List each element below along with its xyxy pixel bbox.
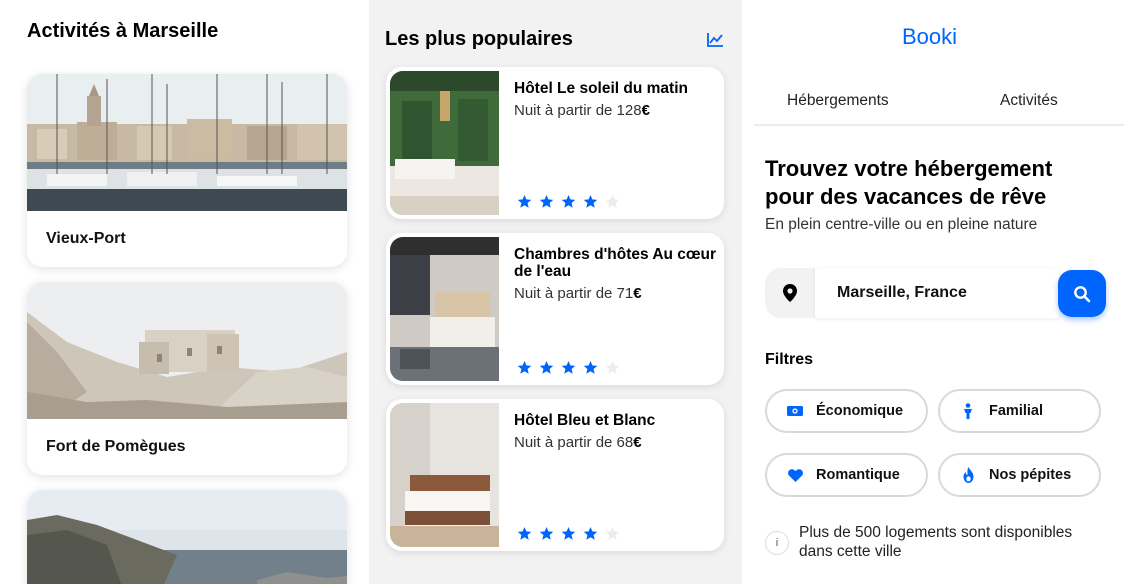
popular-panel: Les plus populaires Hôtel Le soleil du m… (369, 0, 742, 584)
hotel-price: Nuit à partir de 71€ (514, 285, 642, 302)
info-text: Plus de 500 logements sont disponibles d… (799, 524, 1073, 560)
star-filled-icon (517, 194, 532, 208)
popular-title: Les plus populaires (385, 28, 573, 50)
filters-label: Filtres (765, 351, 814, 368)
filter-label: Économique (816, 403, 904, 419)
tab-bar: Hébergements Activités (754, 90, 1124, 126)
star-filled-icon (561, 194, 576, 208)
star-filled-icon (517, 360, 532, 374)
rating-stars (517, 360, 620, 375)
search-bar (765, 268, 1107, 318)
heart-icon (787, 467, 803, 483)
star-filled-icon (517, 526, 532, 540)
filter-economique[interactable]: Économique (765, 389, 928, 433)
harbor-photo (27, 74, 347, 211)
activity-card-vieux-port[interactable]: Vieux-Port (27, 74, 347, 267)
filter-romantique[interactable]: Romantique (765, 453, 928, 497)
logo-text: Booki (902, 24, 957, 49)
star-filled-icon (561, 526, 576, 540)
person-icon (960, 403, 976, 419)
star-empty-icon (605, 360, 620, 374)
money-icon (787, 403, 803, 419)
fort-photo (27, 282, 347, 419)
tab-activites[interactable]: Activités (1000, 92, 1058, 110)
star-filled-icon (539, 360, 554, 374)
star-filled-icon (583, 526, 598, 540)
star-empty-icon (605, 526, 620, 540)
star-filled-icon (583, 360, 598, 374)
filter-label: Familial (989, 403, 1043, 419)
hotel-price: Nuit à partir de 128€ (514, 102, 650, 119)
hotel-name: Chambres d'hôtes Au cœur de l'eau (514, 246, 717, 280)
hotel-name: Hôtel Le soleil du matin (514, 80, 688, 97)
filter-nos-pepites[interactable]: Nos pépites (938, 453, 1101, 497)
star-filled-icon (583, 194, 598, 208)
filter-label: Nos pépites (989, 467, 1072, 483)
hotel-name: Hôtel Bleu et Blanc (514, 412, 656, 429)
hotel-card[interactable]: Hôtel Bleu et Blanc Nuit à partir de 68€ (386, 399, 724, 551)
star-filled-icon (561, 360, 576, 374)
activity-card-calanques[interactable] (27, 490, 347, 584)
hotel-price: Nuit à partir de 68€ (514, 434, 642, 451)
hotel-photo (390, 237, 499, 381)
hotel-photo (390, 71, 499, 215)
search-icon (1074, 285, 1091, 302)
activity-label: Vieux-Port (46, 230, 126, 247)
booki-logo[interactable]: Booki (743, 24, 1124, 55)
tab-hebergements[interactable]: Hébergements (787, 92, 889, 110)
activity-card-fort-pomegues[interactable]: Fort de Pomègues (27, 282, 347, 475)
hero-subtitle: En plein centre-ville ou en pleine natur… (765, 216, 1038, 233)
activities-panel: Activités à Marseille Vieux-Port Fort de… (0, 0, 369, 584)
fire-icon (960, 467, 976, 483)
rating-stars (517, 526, 620, 541)
filter-familial[interactable]: Familial (938, 389, 1101, 433)
calanques-photo (27, 490, 347, 584)
hotel-card[interactable]: Chambres d'hôtes Au cœur de l'eau Nuit à… (386, 233, 724, 385)
location-pin-icon (765, 268, 815, 318)
rating-stars (517, 194, 620, 209)
filter-label: Romantique (816, 467, 900, 483)
star-empty-icon (605, 194, 620, 208)
hero-title: Trouvez votre hébergement pour des vacan… (765, 156, 1053, 209)
info-icon: i (765, 531, 789, 555)
activity-label: Fort de Pomègues (46, 438, 186, 455)
booki-panel: Booki Hébergements Activités Trouvez vot… (743, 0, 1124, 584)
activities-title: Activités à Marseille (27, 20, 219, 42)
search-input[interactable] (815, 268, 1059, 318)
star-filled-icon (539, 194, 554, 208)
hotel-card[interactable]: Hôtel Le soleil du matin Nuit à partir d… (386, 67, 724, 219)
search-button[interactable] (1058, 270, 1106, 317)
hotel-photo (390, 403, 499, 547)
star-filled-icon (539, 526, 554, 540)
trend-chart-icon[interactable] (706, 31, 724, 49)
